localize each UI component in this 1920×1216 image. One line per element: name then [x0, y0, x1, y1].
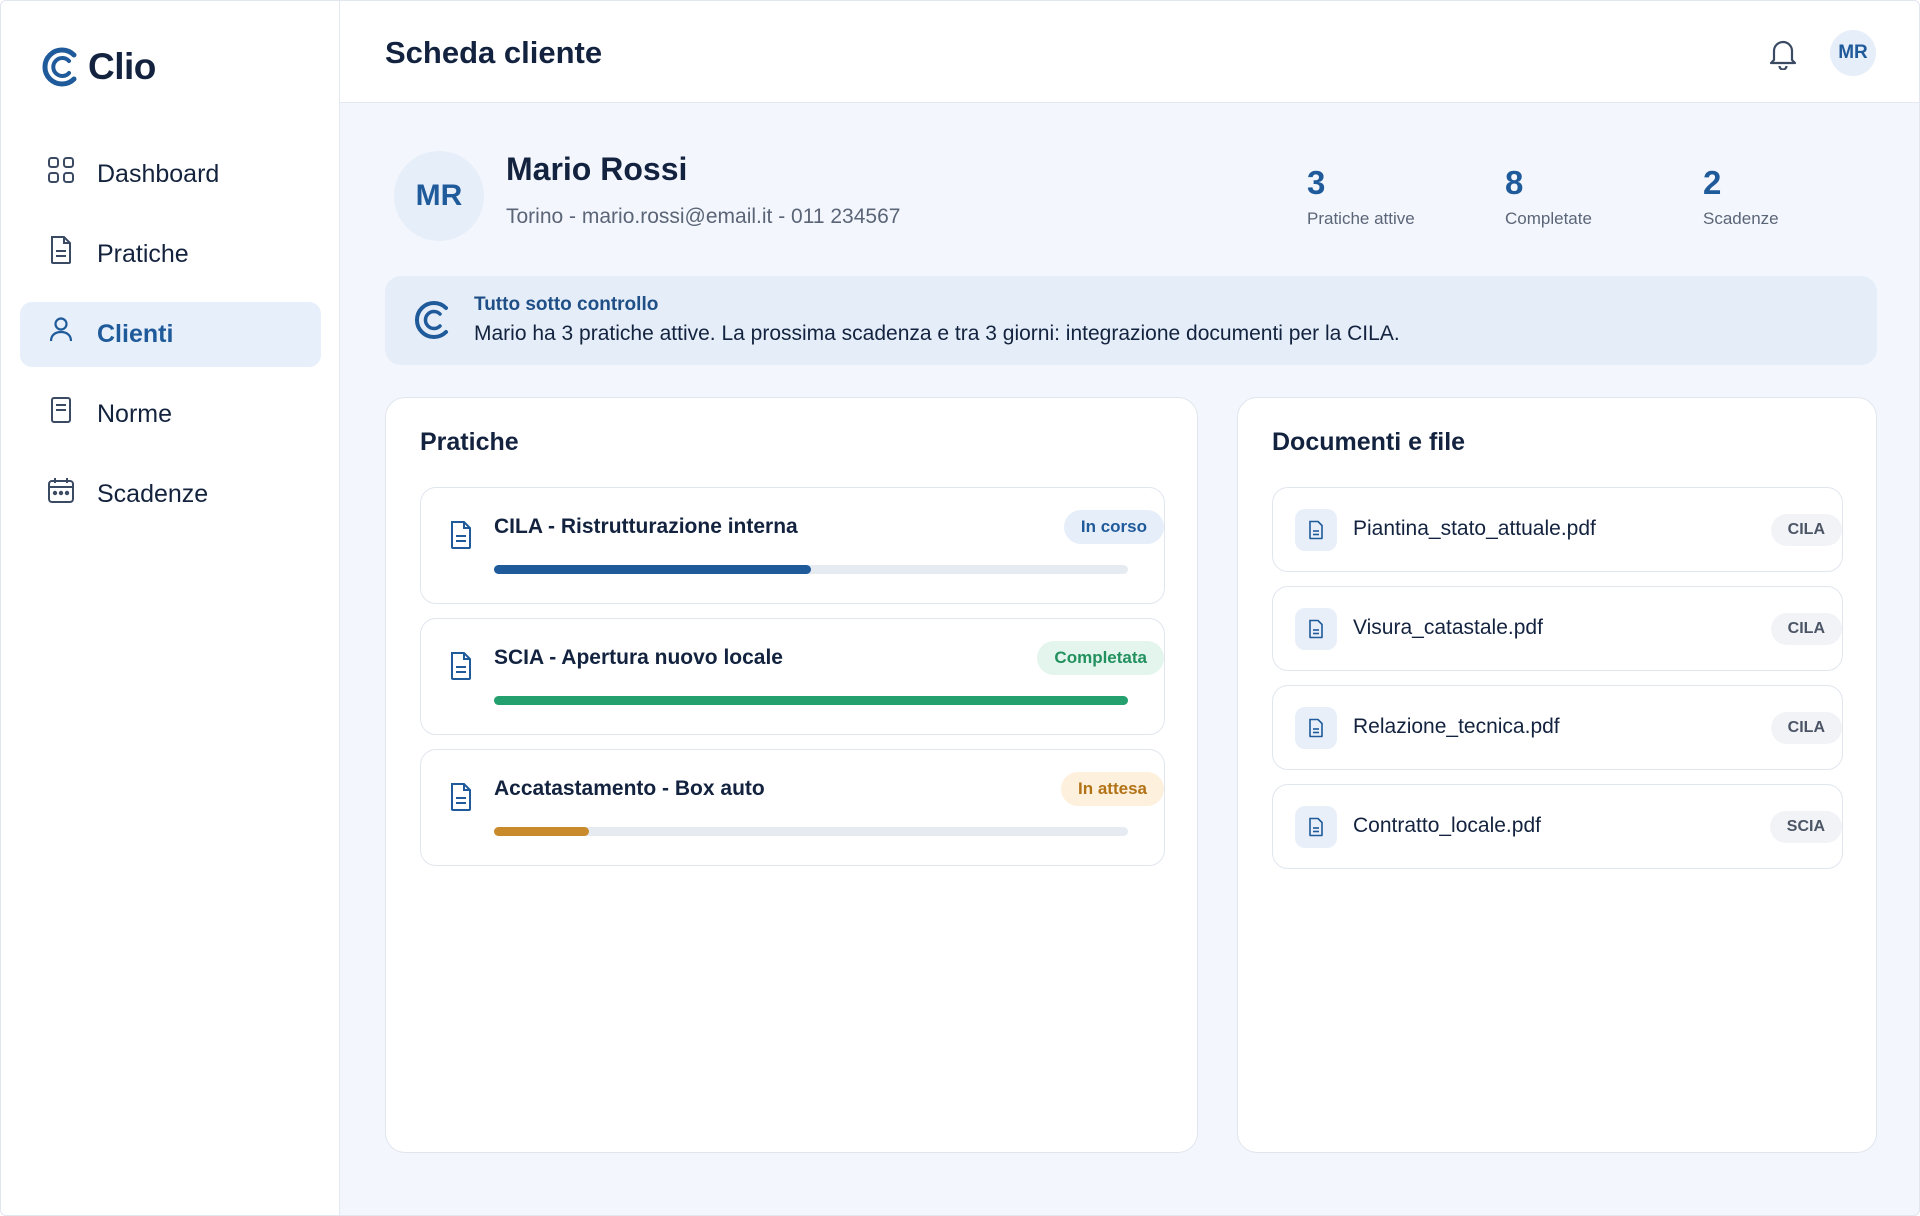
- document-tag: CILA: [1770, 712, 1842, 744]
- stat-label: Scadenze: [1703, 209, 1779, 228]
- document-name: Visura_catastale.pdf: [1353, 616, 1543, 639]
- card-title: Documenti e file: [1272, 428, 1466, 456]
- user-icon: [46, 315, 76, 345]
- status-badge: In corso: [1063, 510, 1164, 544]
- progress-bar: [494, 827, 1128, 836]
- card-title: Pratiche: [420, 428, 519, 456]
- status-badge: In attesa: [1061, 772, 1164, 806]
- sidebar-item-label: Scadenze: [97, 480, 209, 508]
- document-icon: [451, 783, 471, 811]
- progress-bar: [494, 565, 1128, 574]
- pratica-title: CILA - Ristrutturazione interna: [494, 515, 798, 538]
- app-name: Clio: [88, 46, 156, 87]
- progress-fill: [494, 696, 1128, 705]
- sidebar-item-label: Pratiche: [97, 240, 189, 268]
- stat-completate: 8 Completate: [1505, 164, 1592, 229]
- document-icon: [451, 652, 471, 680]
- logo[interactable]: Clio: [38, 45, 156, 89]
- sidebar-item-scadenze[interactable]: Scadenze: [20, 462, 321, 527]
- pratiche-card: Pratiche CILA - Ristrutturazione interna…: [385, 397, 1198, 1153]
- client-name: Mario Rossi: [506, 151, 688, 187]
- calendar-icon: [46, 475, 76, 505]
- pratica-title: Accatastamento - Box auto: [494, 777, 765, 800]
- document-name: Piantina_stato_attuale.pdf: [1353, 517, 1596, 540]
- status-banner: Tutto sotto controllo Mario ha 3 pratich…: [385, 276, 1877, 365]
- progress-bar: [494, 696, 1128, 705]
- document-tag: SCIA: [1769, 811, 1842, 843]
- sidebar-item-clienti[interactable]: Clienti: [20, 302, 321, 367]
- document-tag: CILA: [1770, 514, 1842, 546]
- stat-value: 2: [1703, 164, 1722, 201]
- file-icon: [1295, 707, 1337, 749]
- stat-label: Completate: [1505, 209, 1592, 228]
- progress-fill: [494, 827, 590, 836]
- sidebar-item-pratiche[interactable]: Pratiche: [20, 222, 321, 287]
- grid-icon: [46, 155, 76, 185]
- pratica-title: SCIA - Apertura nuovo locale: [494, 646, 783, 669]
- sidebar-item-dashboard[interactable]: Dashboard: [20, 142, 321, 207]
- document-tag: CILA: [1770, 613, 1842, 645]
- status-badge: Completata: [1037, 641, 1164, 675]
- sidebar: Clio Dashboard Pratiche Clienti Norme Sc…: [1, 1, 340, 1215]
- document-name: Contratto_locale.pdf: [1353, 814, 1541, 837]
- pratica-item[interactable]: CILA - Ristrutturazione interna In corso: [420, 487, 1165, 604]
- banner-text: Mario ha 3 pratiche attive. La prossima …: [474, 322, 1400, 345]
- stat-value: 3: [1307, 164, 1326, 201]
- sidebar-item-norme[interactable]: Norme: [20, 382, 321, 447]
- bell-icon[interactable]: [1768, 36, 1798, 70]
- banner-title: Tutto sotto controllo: [474, 294, 659, 315]
- file-icon: [1295, 806, 1337, 848]
- user-avatar[interactable]: MR: [1830, 30, 1876, 76]
- page-title: Scheda cliente: [385, 35, 603, 70]
- stat-pratiche-attive: 3 Pratiche attive: [1307, 164, 1415, 229]
- stat-value: 8: [1505, 164, 1524, 201]
- file-icon: [1295, 608, 1337, 650]
- document-icon: [46, 235, 76, 265]
- sidebar-item-label: Clienti: [97, 320, 174, 348]
- client-avatar: MR: [394, 151, 484, 241]
- top-bar: Scheda cliente MR: [340, 1, 1919, 103]
- sidebar-item-label: Norme: [97, 400, 173, 428]
- clio-logo-icon: [42, 47, 77, 87]
- document-item[interactable]: Visura_catastale.pdf CILA: [1272, 586, 1843, 671]
- document-icon: [451, 521, 471, 549]
- sidebar-item-label: Dashboard: [97, 160, 220, 188]
- stat-scadenze: 2 Scadenze: [1703, 164, 1779, 229]
- app-window: Clio Dashboard Pratiche Clienti Norme Sc…: [0, 0, 1920, 1216]
- document-item[interactable]: Relazione_tecnica.pdf CILA: [1272, 685, 1843, 770]
- sidebar-nav: Dashboard Pratiche Clienti Norme Scadenz…: [20, 142, 321, 542]
- document-name: Relazione_tecnica.pdf: [1353, 715, 1560, 738]
- file-icon: [1295, 509, 1337, 551]
- pratica-item[interactable]: Accatastamento - Box auto In attesa: [420, 749, 1165, 866]
- book-icon: [46, 395, 76, 425]
- document-item[interactable]: Contratto_locale.pdf SCIA: [1272, 784, 1843, 869]
- stat-label: Pratiche attive: [1307, 209, 1415, 228]
- clio-logo-icon: [414, 301, 448, 339]
- progress-fill: [494, 565, 811, 574]
- client-contact-info: Torino - mario.rossi@email.it - 011 2345…: [506, 205, 901, 228]
- pratica-item[interactable]: SCIA - Apertura nuovo locale Completata: [420, 618, 1165, 735]
- documenti-card: Documenti e file Piantina_stato_attuale.…: [1237, 397, 1877, 1153]
- document-item[interactable]: Piantina_stato_attuale.pdf CILA: [1272, 487, 1843, 572]
